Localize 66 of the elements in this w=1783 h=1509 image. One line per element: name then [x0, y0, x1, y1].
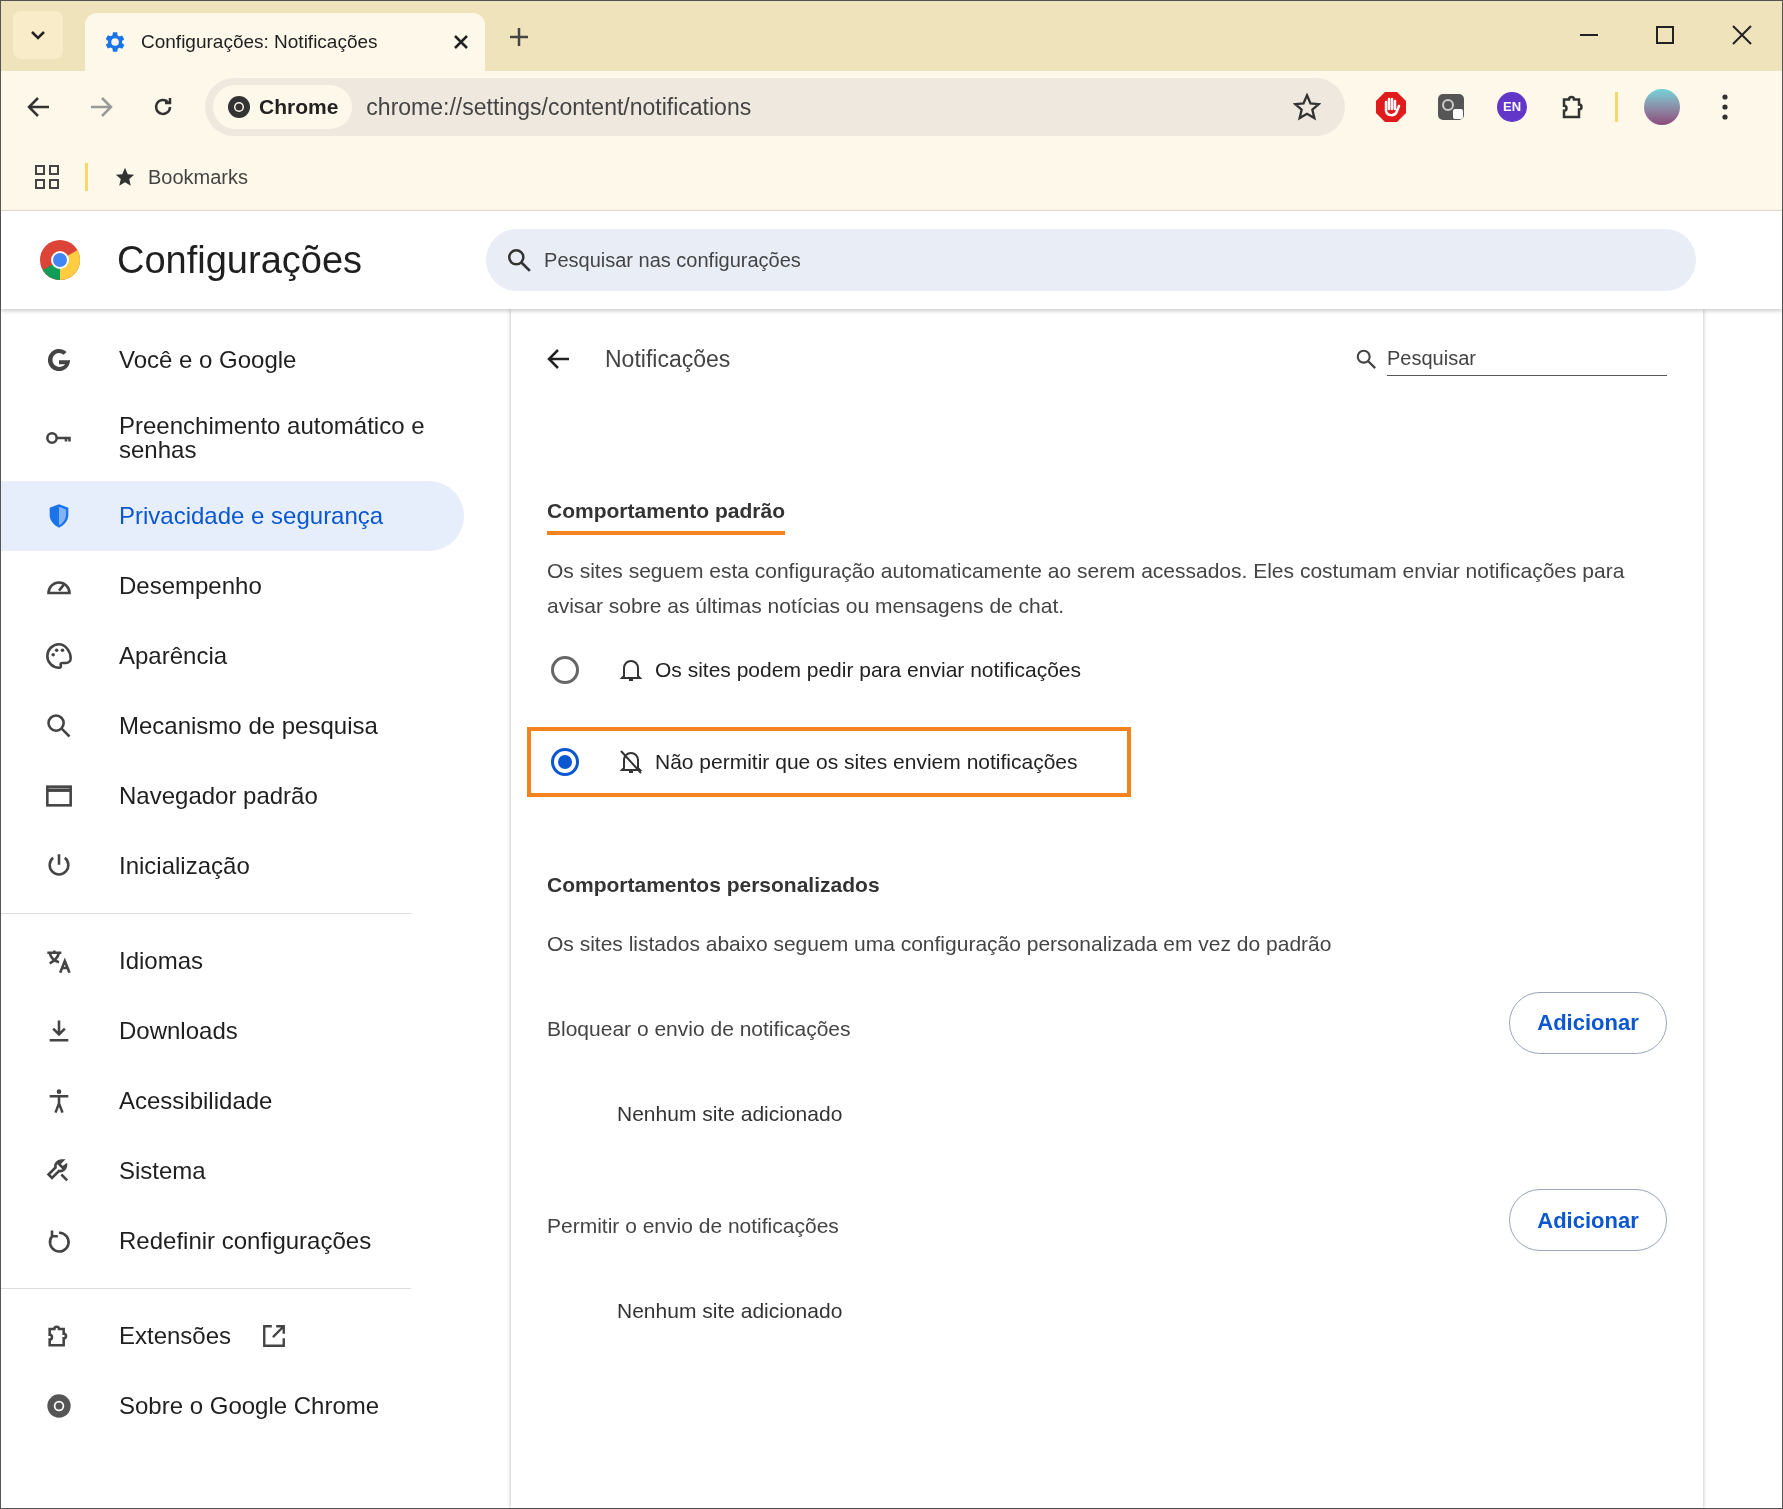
search-icon — [1355, 348, 1377, 370]
site-chip[interactable]: Chrome — [213, 85, 353, 129]
sidebar-item[interactable]: Sobre o Google Chrome — [1, 1371, 464, 1441]
apps-grid-icon[interactable] — [35, 164, 59, 189]
sidebar-item[interactable]: Acessibilidade — [1, 1066, 464, 1136]
description-text: Os sites seguem esta configuração automaticamente ao serem acessados. Eles costumam enviar notificações para avisar sobre as últimas notícias ou mensagens de chat. — [547, 557, 1626, 619]
description-text: Os sites listados abaixo seguem uma configuração personalizada em vez do padrão — [547, 931, 1333, 957]
sidebar-item[interactable]: Redefinir configurações — [1, 1206, 464, 1276]
address-bar[interactable]: Chrome chrome://settings/content/notifications — [205, 78, 1345, 136]
option-label: Os sites podem pedir para enviar notificações — [655, 656, 1082, 683]
empty-list-text: Nenhum site adicionado — [617, 1100, 844, 1127]
new-tab-icon[interactable] — [509, 27, 529, 47]
profile-avatar[interactable] — [1644, 89, 1680, 125]
browser-tab[interactable]: Configurações: Notificações — [85, 13, 485, 71]
forward-arrow-icon[interactable] — [89, 96, 113, 118]
radio-button[interactable] — [551, 747, 579, 776]
add-button[interactable]: Adicionar — [1509, 991, 1667, 1054]
search-field[interactable]: Pesquisar nas configurações — [486, 229, 1697, 291]
bookmarks-folder[interactable]: Bookmarks — [114, 161, 249, 192]
maximize-icon[interactable] — [1656, 26, 1674, 44]
sidebar-item[interactable]: Sistema — [1, 1136, 464, 1206]
search-icon — [506, 247, 533, 273]
sidebar-item[interactable]: Mecanismo de pesquisa — [1, 691, 464, 761]
sidebar-item[interactable]: Desempenho — [1, 551, 464, 621]
back-arrow-icon[interactable] — [547, 348, 571, 370]
star-icon[interactable] — [1293, 93, 1321, 121]
sidebar-item[interactable]: Navegador padrão — [1, 761, 464, 831]
close-window-icon[interactable] — [1732, 25, 1752, 45]
url-text: chrome://settings/content/notifications — [366, 92, 753, 122]
option-label: Não permitir que os sites enviem notificações — [655, 748, 1078, 775]
search-field[interactable]: Pesquisar — [1387, 342, 1667, 376]
google-g-icon — [45, 346, 73, 374]
page-title: Configurações — [117, 237, 363, 283]
sidebar-item[interactable]: Extensões — [1, 1301, 464, 1371]
section-title: Notificações — [605, 344, 731, 374]
language-badge[interactable]: EN — [1497, 92, 1527, 122]
sidebar-item[interactable]: Preenchimento automático e senhas — [1, 395, 464, 481]
search-input[interactable]: Pesquisar nas configurações — [544, 245, 1677, 275]
bell-slash-icon — [619, 748, 643, 775]
browser-window-icon — [45, 782, 73, 810]
chevron-down-icon — [30, 30, 46, 40]
palette-icon — [45, 642, 73, 670]
close-icon[interactable] — [453, 34, 469, 50]
back-arrow-icon[interactable] — [27, 96, 51, 118]
empty-list-text: Nenhum site adicionado — [617, 1298, 844, 1324]
tab-title: Configurações: Notificações — [141, 29, 379, 54]
chrome-logo-icon — [45, 1392, 73, 1420]
sidebar-item[interactable]: Idiomas — [1, 926, 464, 996]
chrome-logo-icon — [227, 95, 251, 119]
sidebar-item[interactable]: Privacidade e segurança — [1, 481, 464, 551]
sidebar-item[interactable]: Você e o Google — [1, 325, 464, 395]
more-menu-icon[interactable] — [1722, 94, 1728, 120]
external-link-icon[interactable] — [261, 1323, 288, 1349]
sidebar-item[interactable]: Downloads — [1, 996, 464, 1066]
sidebar-item[interactable]: Aparência — [1, 621, 464, 691]
chrome-logo-icon — [39, 239, 81, 281]
search-icon — [45, 712, 73, 740]
extension-icon[interactable] — [1437, 93, 1465, 121]
stop-hand-icon[interactable] — [1375, 91, 1407, 123]
add-button[interactable]: Adicionar — [1509, 1189, 1667, 1251]
section-heading: Comportamento padrão — [547, 495, 785, 535]
sidebar-item[interactable]: Inicialização — [1, 831, 464, 901]
list-title: Permitir o envio de notificações — [547, 1213, 840, 1240]
radio-button[interactable] — [551, 655, 579, 684]
section-heading: Comportamentos personalizados — [547, 871, 881, 898]
list-title: Bloquear o envio de notificações — [547, 1015, 852, 1042]
